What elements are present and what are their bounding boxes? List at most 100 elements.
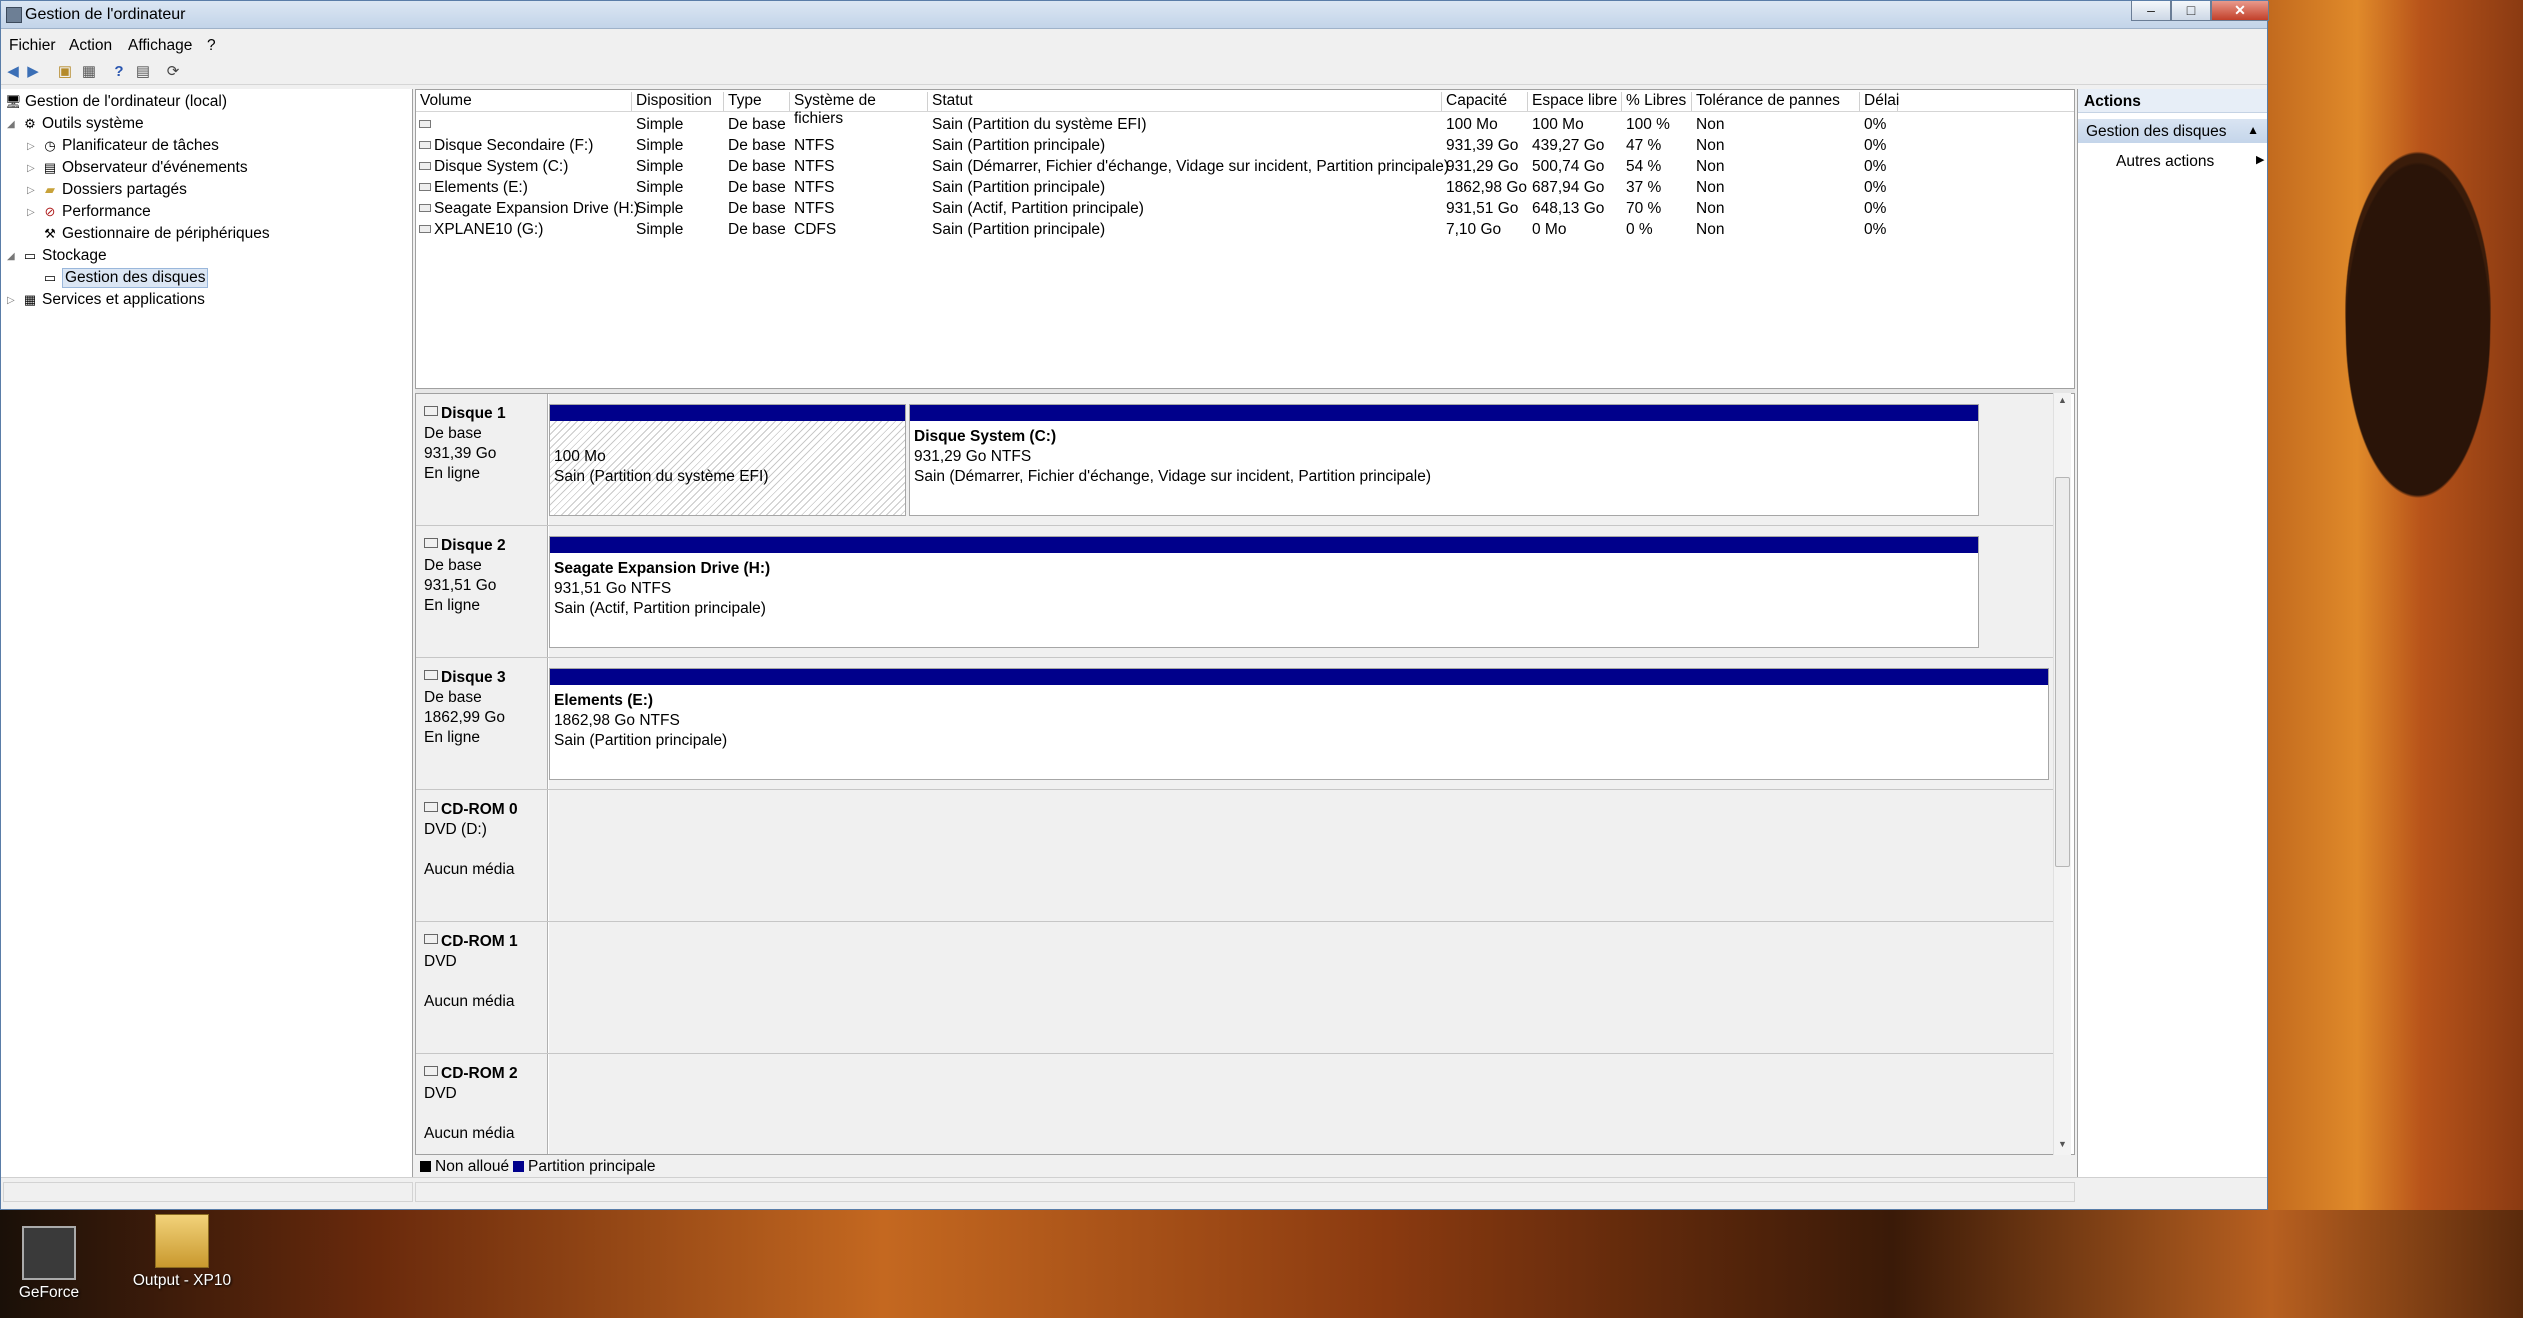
disk-info[interactable]: Disque 3 De base 1862,99 Go En ligne bbox=[416, 658, 548, 789]
up-folder-icon[interactable]: ▣ bbox=[57, 64, 73, 80]
col-tolerance[interactable]: Tolérance de pannes bbox=[1692, 92, 1860, 111]
tree-planificateur[interactable]: ▷ ◷ Planificateur de tâches bbox=[27, 136, 219, 156]
close-button[interactable]: ✕ bbox=[2211, 1, 2269, 21]
volume-cell: 0% bbox=[1864, 200, 1887, 217]
maximize-button[interactable]: □ bbox=[2171, 1, 2211, 21]
col-statut[interactable]: Statut bbox=[928, 92, 1442, 111]
forward-arrow-icon[interactable]: ▶ bbox=[25, 64, 41, 80]
partition-efi[interactable]: 100 Mo Sain (Partition du système EFI) bbox=[549, 404, 906, 516]
status-segment bbox=[3, 1182, 413, 1202]
minimize-button[interactable]: – bbox=[2131, 1, 2171, 21]
disk-info[interactable]: Disque 2 De base 931,51 Go En ligne bbox=[416, 526, 548, 657]
tree-root[interactable]: 🖥 Gestion de l'ordinateur (local) bbox=[5, 92, 227, 112]
tree-performance[interactable]: ▷ ⊘ Performance bbox=[27, 202, 151, 222]
col-disposition[interactable]: Disposition bbox=[632, 92, 724, 111]
disk-info[interactable]: Disque 1 De base 931,39 Go En ligne bbox=[416, 394, 548, 525]
disk-state: En ligne bbox=[424, 597, 481, 614]
help-icon[interactable]: ? bbox=[111, 64, 127, 80]
status-segment bbox=[415, 1182, 2075, 1202]
collapse-up-icon[interactable]: ▲ bbox=[2247, 123, 2259, 137]
properties-icon[interactable]: ▤ bbox=[135, 64, 151, 80]
volume-cell: Simple bbox=[636, 221, 684, 238]
event-viewer-icon: ▤ bbox=[43, 160, 57, 175]
tree-gestionnaire-peripheriques[interactable]: ⚒ Gestionnaire de périphériques bbox=[42, 224, 270, 244]
cdrom-info[interactable]: CD-ROM 1 DVD Aucun média bbox=[416, 922, 548, 1053]
tree-services[interactable]: ▷ ▦ Services et applications bbox=[7, 290, 205, 310]
cdrom-type: DVD bbox=[424, 1085, 457, 1102]
title-bar[interactable]: Gestion de l'ordinateur – □ ✕ bbox=[1, 1, 2269, 29]
volume-cell: Non bbox=[1696, 116, 1725, 133]
collapse-arrow-icon[interactable]: ▷ bbox=[27, 141, 39, 152]
actions-section-disk-management[interactable]: Gestion des disques ▲ bbox=[2078, 119, 2267, 143]
volume-row[interactable]: Seagate Expansion Drive (H:) Simple De bas… bbox=[416, 198, 2074, 219]
tree-dossiers-partages[interactable]: ▷ ▰ Dossiers partagés bbox=[27, 180, 187, 200]
col-capacite[interactable]: Capacité bbox=[1442, 92, 1528, 111]
legend-unallocated-label: Non alloué bbox=[435, 1158, 510, 1175]
collapse-arrow-icon[interactable]: ▷ bbox=[27, 185, 39, 196]
swatch-unallocated bbox=[420, 1161, 431, 1172]
cdrom-area[interactable] bbox=[549, 790, 2055, 921]
graph-scrollbar[interactable]: ▲ ▼ bbox=[2053, 393, 2071, 1155]
cdrom-spacer bbox=[424, 840, 547, 860]
autres-actions-label: Autres actions bbox=[2116, 153, 2215, 170]
expand-arrow-icon[interactable]: ◢ bbox=[7, 251, 19, 262]
cdrom-spacer bbox=[424, 972, 547, 992]
tree-stockage[interactable]: ◢ ▭ Stockage bbox=[7, 246, 107, 266]
volume-cell: 648,13 Go bbox=[1532, 200, 1605, 217]
menu-action[interactable]: Action bbox=[69, 37, 112, 55]
volume-row[interactable]: Simple De base Sain (Partition du système … bbox=[416, 114, 2074, 135]
partition-e[interactable]: Elements (E:) 1862,98 Go NTFS Sain (Part… bbox=[549, 668, 2049, 780]
cdrom-info[interactable]: CD-ROM 0 DVD (D:) Aucun média bbox=[416, 790, 548, 921]
autres-actions[interactable]: Autres actions ▶ bbox=[2116, 153, 2264, 171]
tree-observateur[interactable]: ▷ ▤ Observateur d'événements bbox=[27, 158, 248, 178]
partition-h[interactable]: Seagate Expansion Drive (H:) 931,51 Go N… bbox=[549, 536, 1979, 648]
collapse-arrow-icon[interactable]: ▷ bbox=[27, 163, 39, 174]
shared-folder-icon: ▰ bbox=[45, 182, 55, 197]
cdrom-area[interactable] bbox=[549, 922, 2055, 1053]
volume-cell: Non bbox=[1696, 179, 1725, 196]
show-hide-tree-icon[interactable]: ▦ bbox=[81, 64, 97, 80]
storage-icon: ▭ bbox=[23, 248, 37, 263]
col-systeme-fichiers[interactable]: Système de fichiers bbox=[790, 92, 928, 127]
collapse-arrow-icon[interactable]: ▷ bbox=[27, 207, 39, 218]
col-pct-libres[interactable]: % Libres bbox=[1622, 92, 1692, 111]
scroll-thumb[interactable] bbox=[2055, 477, 2070, 867]
expand-arrow-icon[interactable]: ◢ bbox=[7, 119, 19, 130]
drive-icon bbox=[419, 141, 431, 149]
col-volume[interactable]: Volume bbox=[416, 92, 632, 111]
tree-outils-systeme[interactable]: ◢ ⚙ Outils système bbox=[7, 114, 144, 134]
volume-cell: Simple bbox=[636, 137, 684, 154]
back-arrow-icon[interactable]: ◀ bbox=[5, 64, 21, 80]
disk-graphical-view: Disque 1 De base 931,39 Go En ligne 100 … bbox=[415, 393, 2075, 1155]
volume-cell: 0% bbox=[1864, 179, 1887, 196]
volume-row[interactable]: Elements (E:) Simple De base NTFS Sain (Part… bbox=[416, 177, 2074, 198]
volume-row[interactable]: Disque System (C:) Simple De base NTFS Sain … bbox=[416, 156, 2074, 177]
volume-cell: NTFS bbox=[794, 200, 835, 217]
menu-affichage[interactable]: Affichage bbox=[128, 37, 192, 55]
cdrom-info[interactable]: CD-ROM 2 DVD Aucun média bbox=[416, 1054, 548, 1154]
disk-icon bbox=[424, 406, 438, 416]
refresh-icon[interactable]: ⟳ bbox=[165, 64, 181, 80]
menu-fichier[interactable]: Fichier bbox=[9, 37, 56, 55]
col-type[interactable]: Type bbox=[724, 92, 790, 111]
partition-c[interactable]: Disque System (C:) 931,29 Go NTFS Sain (… bbox=[909, 404, 1979, 516]
partition-title bbox=[554, 427, 901, 447]
volume-cell: Sain (Actif, Partition principale) bbox=[932, 200, 1144, 217]
collapse-arrow-icon[interactable]: ▷ bbox=[7, 295, 19, 306]
col-espace-libre[interactable]: Espace libre bbox=[1528, 92, 1622, 111]
partition-bar bbox=[550, 405, 905, 421]
desktop-icon-output[interactable]: Output - XP10 bbox=[132, 1214, 232, 1290]
col-delai[interactable]: Délai bbox=[1860, 92, 1899, 111]
volume-row[interactable]: XPLANE10 (G:) Simple De base CDFS Sain (Part… bbox=[416, 219, 2074, 240]
volume-row[interactable]: Disque Secondaire (F:) Simple De base NTFS S… bbox=[416, 135, 2074, 156]
scroll-up-icon[interactable]: ▲ bbox=[2058, 395, 2067, 405]
menu-help[interactable]: ? bbox=[207, 37, 216, 55]
computer-icon: 🖥 bbox=[5, 94, 22, 109]
volume-cell: Non bbox=[1696, 200, 1725, 217]
cdrom-area[interactable] bbox=[549, 1054, 2055, 1154]
desktop-icon-geforce[interactable]: GeForce bbox=[4, 1226, 94, 1302]
tree-gestion-disques[interactable]: ▭ Gestion des disques bbox=[42, 268, 209, 288]
volume-cell: De base bbox=[728, 158, 786, 175]
scroll-down-icon[interactable]: ▼ bbox=[2058, 1139, 2067, 1149]
cdrom-type: DVD (D:) bbox=[424, 821, 487, 838]
